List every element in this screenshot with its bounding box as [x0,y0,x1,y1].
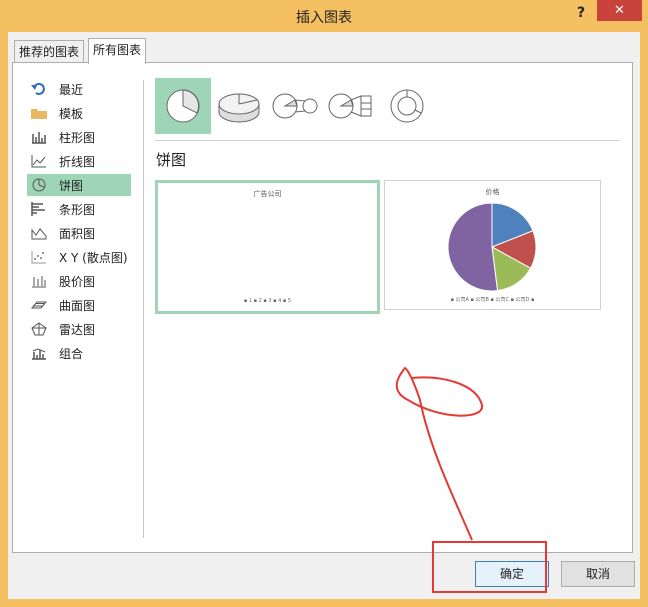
sidebar-item-combo[interactable]: 组合 [27,342,131,364]
close-button[interactable]: ✕ [597,0,642,21]
sidebar-item-recent[interactable]: 最近 [27,78,131,100]
preview-legend: ▪ 公司A ▪ 公司B ▪ 公司C ▪ 公司D ▪ [450,297,535,303]
combo-chart-icon [31,346,47,360]
sidebar-item-label: 模板 [59,106,84,121]
sidebar-item-label: 股价图 [59,274,96,289]
sidebar-item-label: 饼图 [59,178,84,193]
chart-preview-1[interactable]: 广告公司 ▪ 1 ▪ 2 ▪ 3 ▪ 4 ▪ 5 [155,180,380,314]
3d-pie-icon [218,93,260,123]
area-chart-icon [31,226,47,240]
sidebar-item-stock[interactable]: 股价图 [27,270,131,292]
subtype-doughnut[interactable] [379,78,435,134]
preview-title: 价格 [485,188,500,196]
sidebar-item-label: 雷达图 [59,322,96,337]
subtype-bar-of-pie[interactable] [323,78,379,134]
subtype-3d-pie[interactable] [211,78,267,134]
help-button[interactable]: ? [571,3,591,23]
sidebar-item-label: 柱形图 [59,130,96,145]
preview-title: 广告公司 [253,190,282,198]
doughnut-icon [390,89,424,123]
chart-preview-2[interactable]: 价格 ▪ 公司A ▪ 公司B ▪ 公司C ▪ 公司D ▪ [384,180,601,310]
undo-icon [31,82,47,96]
tab-all-charts[interactable]: 所有图表 [88,38,147,64]
column-chart-icon [31,130,47,144]
radar-chart-icon [31,322,47,336]
subtype-pie-of-pie[interactable] [267,78,323,134]
sidebar-item-pie[interactable]: 饼图 [27,174,131,196]
pie-chart-icon [31,178,47,192]
sidebar-item-scatter[interactable]: X Y (散点图) [27,246,131,268]
sidebar-item-column[interactable]: 柱形图 [27,126,131,148]
bar-of-pie-icon [328,93,372,119]
sidebar-item-surface[interactable]: 曲面图 [27,294,131,316]
section-heading: 饼图 [156,151,187,169]
sidebar-item-label: 条形图 [59,202,96,217]
ok-button[interactable]: 确定 [475,561,549,587]
sidebar-item-label: 折线图 [59,154,96,169]
sidebar-item-label: 组合 [59,346,84,361]
pie-of-pie-icon [272,93,318,119]
panel-divider [143,80,144,538]
cancel-button[interactable]: 取消 [561,561,635,587]
sidebar-item-line[interactable]: 折线图 [27,150,131,172]
sidebar-item-templates[interactable]: 模板 [27,102,131,124]
sidebar-item-label: 曲面图 [59,298,96,313]
sidebar-item-label: 最近 [59,82,84,97]
window-title: 插入图表 [296,10,352,26]
title-bar[interactable]: 插入图表 ? ✕ [0,0,648,32]
pie-slice-4 [447,202,499,292]
subtype-pie[interactable] [155,78,211,134]
bar-chart-icon [31,202,47,216]
sidebar-item-label: 面积图 [59,226,96,241]
surface-chart-icon [31,298,47,312]
scatter-chart-icon [31,250,47,264]
sidebar-item-area[interactable]: 面积图 [27,222,131,244]
sidebar-item-bar[interactable]: 条形图 [27,198,131,220]
tab-recommended-charts[interactable]: 推荐的图表 [14,40,85,63]
stock-chart-icon [31,274,47,288]
pie-icon [166,89,200,123]
gallery-divider [155,140,620,141]
sidebar-item-label: X Y (散点图) [59,250,128,265]
preview-legend: ▪ 1 ▪ 2 ▪ 3 ▪ 4 ▪ 5 [243,298,292,304]
line-chart-icon [31,154,47,168]
folder-icon [31,106,47,120]
preview-pie-chart [447,202,537,292]
sidebar-item-radar[interactable]: 雷达图 [27,318,131,340]
